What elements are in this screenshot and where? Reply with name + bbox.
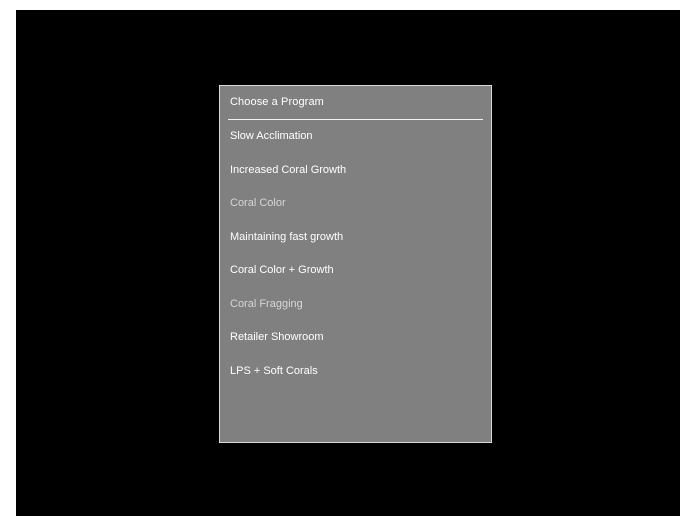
program-item-coral-color[interactable]: Coral Color bbox=[220, 194, 491, 228]
program-item-slow-acclimation[interactable]: Slow Acclimation bbox=[220, 127, 491, 161]
program-item-lps-soft-corals[interactable]: LPS + Soft Corals bbox=[220, 362, 491, 396]
program-item-coral-fragging[interactable]: Coral Fragging bbox=[220, 295, 491, 329]
app-screen: Choose a Program Slow Acclimation Increa… bbox=[16, 10, 680, 516]
dialog-title: Choose a Program bbox=[230, 96, 324, 108]
program-chooser-dialog: Choose a Program Slow Acclimation Increa… bbox=[219, 85, 492, 443]
title-divider bbox=[228, 119, 483, 120]
program-item-retailer-showroom[interactable]: Retailer Showroom bbox=[220, 328, 491, 362]
program-item-coral-color-growth[interactable]: Coral Color + Growth bbox=[220, 261, 491, 295]
program-item-maintaining-fast-growth[interactable]: Maintaining fast growth bbox=[220, 228, 491, 262]
program-item-increased-coral-growth[interactable]: Increased Coral Growth bbox=[220, 161, 491, 195]
program-list: Slow Acclimation Increased Coral Growth … bbox=[220, 127, 491, 395]
